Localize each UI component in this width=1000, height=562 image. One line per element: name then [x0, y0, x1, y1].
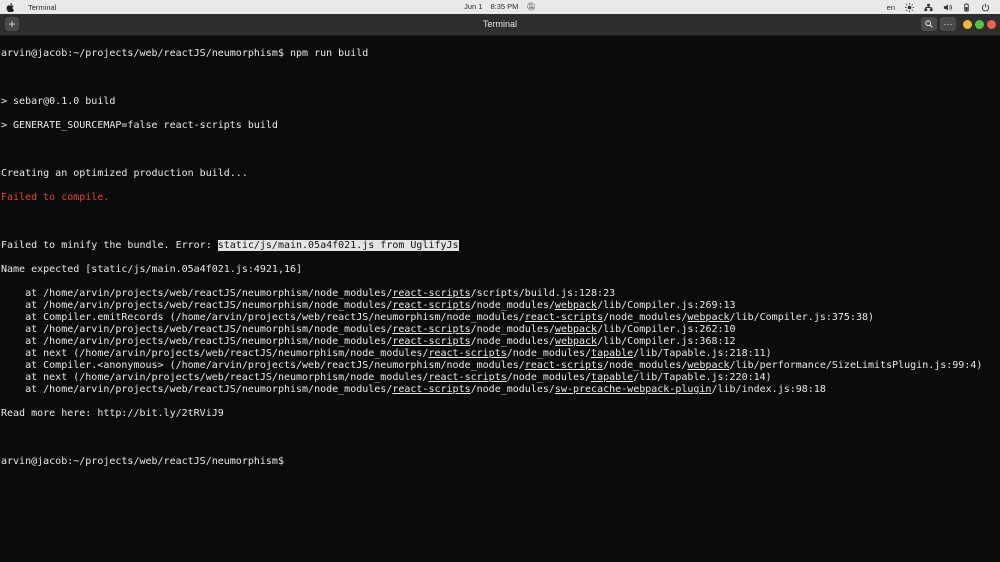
stack-text: /lib/Tapable.js:218:11)	[633, 348, 772, 359]
menubar-clock[interactable]: Jun 1 8:35 PM 🔕︎	[0, 2, 1000, 11]
bell-off-icon: 🔕︎	[526, 2, 536, 11]
stack-text: at /home/arvin/projects/web/reactJS/neum…	[1, 300, 393, 311]
clock-time: 8:35 PM	[490, 2, 519, 11]
close-window-button[interactable]	[987, 20, 996, 29]
stack-trace-line: at next (/home/arvin/projects/web/reactJ…	[1, 348, 996, 360]
path-link[interactable]: react-scripts	[392, 324, 470, 335]
stack-trace-line: at /home/arvin/projects/web/reactJS/neum…	[1, 300, 996, 312]
stack-text: at next (/home/arvin/projects/web/reactJ…	[1, 372, 429, 383]
stack-text: /node_modules/	[470, 384, 555, 395]
stack-text: /node_modules/	[603, 312, 688, 323]
stack-text: at /home/arvin/projects/web/reactJS/neum…	[1, 288, 393, 299]
stack-trace-line: at Compiler.emitRecords (/home/arvin/pro…	[1, 312, 996, 324]
path-link[interactable]: webpack	[555, 324, 597, 335]
stack-text: /lib/Compiler.js:262:10	[597, 324, 736, 335]
npm-script-line: > GENERATE_SOURCEMAP=false react-scripts…	[1, 120, 278, 131]
stack-trace-line: at /home/arvin/projects/web/reactJS/neum…	[1, 384, 996, 396]
path-link[interactable]: react-scripts	[525, 360, 603, 371]
prompt-final-line: arvin@jacob:~/projects/web/reactJS/neumo…	[1, 456, 284, 467]
language-indicator[interactable]: en	[887, 3, 895, 12]
stack-text: at /home/arvin/projects/web/reactJS/neum…	[1, 384, 393, 395]
minify-error-prefix: Failed to minify the bundle. Error:	[1, 240, 218, 251]
path-link[interactable]: tapable	[591, 348, 633, 359]
stack-text: at Compiler.emitRecords (/home/arvin/pro…	[1, 312, 525, 323]
failed-to-compile-line: Failed to compile.	[1, 192, 110, 203]
terminal-output[interactable]: arvin@jacob:~/projects/web/reactJS/neumo…	[1, 36, 996, 556]
path-link[interactable]: webpack	[687, 312, 729, 323]
path-link[interactable]: webpack	[555, 336, 597, 347]
path-link[interactable]: react-scripts	[392, 384, 470, 395]
window-title: Terminal	[482, 19, 517, 29]
path-link[interactable]: tapable	[591, 372, 633, 383]
stack-text: /scripts/build.js:128:23	[470, 288, 616, 299]
search-icon	[925, 20, 933, 28]
new-tab-button[interactable]: +	[5, 17, 19, 31]
stack-trace: at /home/arvin/projects/web/reactJS/neum…	[1, 288, 996, 396]
stack-text: at Compiler.<anonymous> (/home/arvin/pro…	[1, 360, 525, 371]
minify-error-line: Failed to minify the bundle. Error: stat…	[1, 240, 996, 252]
active-app-name[interactable]: Terminal	[28, 3, 56, 12]
stack-text: at next (/home/arvin/projects/web/reactJ…	[1, 348, 429, 359]
path-link[interactable]: react-scripts	[428, 372, 506, 383]
menu-button[interactable]: ⋯	[940, 17, 956, 31]
terminal-titlebar[interactable]: + Terminal ⋯	[0, 14, 1000, 36]
stack-text: /lib/Compiler.js:375:38)	[729, 312, 875, 323]
stack-text: /node_modules/	[506, 348, 592, 359]
apple-icon[interactable]	[6, 2, 20, 12]
stack-text: /lib/Compiler.js:368:12	[597, 336, 736, 347]
name-expected-line: Name expected [static/js/main.05a4f021.j…	[1, 264, 303, 275]
creating-build-line: Creating an optimized production build..…	[1, 168, 248, 179]
power-icon[interactable]	[981, 3, 990, 12]
maximize-window-button[interactable]	[975, 20, 984, 29]
npm-package-line: > sebar@0.1.0 build	[1, 96, 116, 107]
stack-text: /node_modules/	[603, 360, 688, 371]
prompt-command-line: arvin@jacob:~/projects/web/reactJS/neumo…	[1, 48, 369, 59]
stack-trace-line: at Compiler.<anonymous> (/home/arvin/pro…	[1, 360, 996, 372]
minimize-window-button[interactable]	[963, 20, 972, 29]
volume-icon[interactable]	[943, 3, 952, 12]
stack-trace-line: at next (/home/arvin/projects/web/reactJ…	[1, 372, 996, 384]
brightness-icon[interactable]	[905, 2, 914, 12]
stack-trace-line: at /home/arvin/projects/web/reactJS/neum…	[1, 336, 996, 348]
stack-text: /node_modules/	[470, 300, 555, 311]
battery-icon[interactable]	[962, 2, 971, 12]
path-link[interactable]: react-scripts	[392, 300, 470, 311]
clock-date: Jun 1	[464, 2, 483, 11]
path-link[interactable]: react-scripts	[428, 348, 506, 359]
stack-text: /lib/performance/SizeLimitsPlugin.js:99:…	[729, 360, 983, 371]
path-link[interactable]: react-scripts	[525, 312, 603, 323]
stack-text: /lib/index.js:98:18	[711, 384, 826, 395]
stack-text: at /home/arvin/projects/web/reactJS/neum…	[1, 324, 393, 335]
stack-text: /node_modules/	[470, 336, 555, 347]
read-more-line: Read more here: http://bit.ly/2tRViJ9	[1, 408, 224, 419]
stack-text: /node_modules/	[506, 372, 592, 383]
stack-text: /lib/Tapable.js:220:14)	[633, 372, 772, 383]
stack-text: at /home/arvin/projects/web/reactJS/neum…	[1, 336, 393, 347]
system-menubar: Terminal Jun 1 8:35 PM 🔕︎ en	[0, 0, 1000, 14]
search-button[interactable]	[921, 17, 937, 31]
network-icon[interactable]	[924, 3, 933, 12]
path-link[interactable]: react-scripts	[392, 336, 470, 347]
path-link[interactable]: webpack	[687, 360, 729, 371]
stack-trace-line: at /home/arvin/projects/web/reactJS/neum…	[1, 288, 996, 300]
path-link[interactable]: sw-precache-webpack-plugin	[555, 384, 712, 395]
path-link[interactable]: webpack	[555, 300, 597, 311]
selected-text[interactable]: static/js/main.05a4f021.js from UglifyJs	[217, 240, 459, 251]
stack-text: /node_modules/	[470, 324, 555, 335]
stack-trace-line: at /home/arvin/projects/web/reactJS/neum…	[1, 324, 996, 336]
path-link[interactable]: react-scripts	[392, 288, 470, 299]
stack-text: /lib/Compiler.js:269:13	[597, 300, 736, 311]
